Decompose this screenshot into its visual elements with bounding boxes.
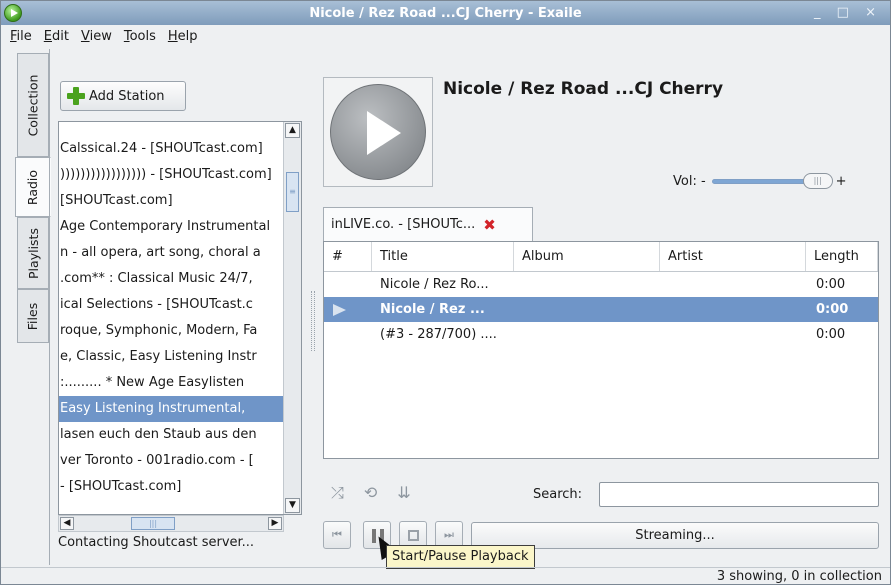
track-num <box>324 297 372 322</box>
menu-help[interactable]: Help <box>168 29 198 44</box>
play-disc-icon <box>330 84 426 180</box>
track-num <box>324 322 372 347</box>
scroll-left-icon[interactable]: ◀ <box>60 517 74 530</box>
track-artist <box>660 322 806 347</box>
add-station-button[interactable]: Add Station <box>60 81 186 111</box>
tab-playlists[interactable]: Playlists <box>17 217 49 289</box>
track-length: 0:00 <box>816 327 846 342</box>
track-artist <box>660 272 806 297</box>
stop-icon <box>408 530 419 541</box>
track-album <box>514 297 660 322</box>
column-length[interactable]: Length <box>806 242 878 271</box>
play-icon <box>333 304 346 316</box>
exaile-window: Nicole / Rez Road ...CJ Cherry - Exaile … <box>0 0 891 585</box>
hscroll-thumb[interactable]: ||| <box>131 517 175 530</box>
track-list[interactable]: # Title Album Artist Length Nicole / Rez… <box>323 241 879 459</box>
column-title[interactable]: Title <box>372 242 514 271</box>
track-title: Nicole / Rez Ro... <box>380 277 489 292</box>
track-title: Nicole / Rez ... <box>380 302 485 317</box>
track-row[interactable]: Nicole / Rez ... 0:00 <box>324 297 878 322</box>
track-length: 0:00 <box>816 302 849 317</box>
radio-panel: Add Station Calssical.24 - [SHOUTcast.co… <box>49 49 307 565</box>
station-item[interactable]: .com** : Classical Music 24/7, <box>59 266 283 292</box>
station-rows: Calssical.24 - [SHOUTcast.com]))))))))))… <box>59 136 283 500</box>
menu-file[interactable]: File <box>10 29 32 44</box>
station-list-vscroll[interactable]: ▲ ≡ ▼ <box>283 122 301 514</box>
window-title: Nicole / Rez Road ...CJ Cherry - Exaile <box>309 5 582 21</box>
volume-label: Vol: - <box>673 174 706 189</box>
tab-files[interactable]: Files <box>17 289 49 343</box>
station-item[interactable]: e, Classic, Easy Listening Instr <box>59 344 283 370</box>
radio-status: Contacting Shoutcast server... <box>58 535 255 550</box>
next-icon: ⏭ <box>444 528 454 541</box>
track-album <box>514 322 660 347</box>
menu-tools[interactable]: Tools <box>124 29 156 44</box>
track-num <box>324 272 372 297</box>
station-item[interactable]: ical Selections - [SHOUTcast.c <box>59 292 283 318</box>
volume-knob[interactable]: ||| <box>802 173 833 189</box>
station-list[interactable]: Calssical.24 - [SHOUTcast.com]))))))))))… <box>58 121 302 515</box>
album-art <box>323 77 433 187</box>
track-artist <box>660 297 806 322</box>
station-item[interactable]: - [SHOUTcast.com] <box>59 474 283 500</box>
menu-bar: File Edit View Tools Help <box>1 25 890 47</box>
pane-divider[interactable] <box>311 291 315 351</box>
scroll-down-icon[interactable]: ▼ <box>285 498 300 513</box>
volume-plus: + <box>835 174 847 189</box>
shuffle-icon[interactable]: ⤮ <box>331 483 344 503</box>
track-length: 0:00 <box>816 277 846 292</box>
prev-icon: ⏮ <box>332 528 342 541</box>
status-text: 3 showing, 0 in collection <box>716 569 882 584</box>
column-artist[interactable]: Artist <box>660 242 806 271</box>
volume-slider[interactable]: ||| <box>711 173 833 189</box>
menu-view[interactable]: View <box>81 29 112 44</box>
station-item[interactable]: :......... * New Age Easylisten <box>59 370 283 396</box>
scroll-up-icon[interactable]: ▲ <box>285 123 300 138</box>
vscroll-thumb[interactable]: ≡ <box>286 172 299 212</box>
station-item[interactable]: Age Contemporary Instrumental <box>59 214 283 240</box>
title-bar[interactable]: Nicole / Rez Road ...CJ Cherry - Exaile … <box>1 1 890 25</box>
station-list-hscroll[interactable]: ◀ ||| ▶ <box>58 515 284 532</box>
tab-collection[interactable]: Collection <box>17 53 49 157</box>
dynamic-icon[interactable]: ⇊ <box>397 483 410 503</box>
tooltip: Start/Pause Playback <box>386 545 535 569</box>
add-station-label: Add Station <box>89 88 165 104</box>
station-item[interactable]: n - all opera, art song, choral a <box>59 240 283 266</box>
previous-button[interactable]: ⏮ <box>323 521 351 549</box>
playlist-mode-icons: ⤮ ⟲ ⇊ <box>331 483 411 503</box>
track-title: (#3 - 287/700) .... <box>380 327 497 342</box>
plus-icon <box>67 87 85 105</box>
tab-radio[interactable]: Radio <box>15 157 51 217</box>
scroll-right-icon[interactable]: ▶ <box>268 517 282 530</box>
side-tabs: Collection Radio Playlists Files <box>15 53 51 343</box>
station-item[interactable]: Easy Listening Instrumental, <box>59 396 283 422</box>
track-album <box>514 272 660 297</box>
column-album[interactable]: Album <box>514 242 660 271</box>
station-item[interactable]: [SHOUTcast.com] <box>59 188 283 214</box>
repeat-icon[interactable]: ⟲ <box>364 483 377 503</box>
playlist-tab[interactable]: inLIVE.co. - [SHOUTc... ✖ <box>323 207 533 241</box>
search-label: Search: <box>533 487 583 502</box>
station-item[interactable]: roque, Symphonic, Modern, Fa <box>59 318 283 344</box>
station-item[interactable]: lasen euch den Staub aus den <box>59 422 283 448</box>
track-row[interactable]: Nicole / Rez Ro... 0:00 <box>324 272 878 297</box>
column-number[interactable]: # <box>324 242 372 271</box>
window-controls[interactable]: _ □ × <box>814 5 882 20</box>
track-rows: Nicole / Rez Ro... 0:00 Nicole / Rez ... 0:… <box>324 272 878 347</box>
exaile-app-icon[interactable] <box>4 4 22 22</box>
station-item[interactable]: ))))))))))))))))) - [SHOUTcast.com] <box>59 162 283 188</box>
now-playing-title: Nicole / Rez Road ...CJ Cherry <box>443 79 724 99</box>
volume-control: Vol: - ||| + <box>673 173 847 189</box>
menu-edit[interactable]: Edit <box>44 29 69 44</box>
close-icon[interactable]: ✖ <box>483 216 496 234</box>
search-input[interactable] <box>599 482 879 507</box>
station-item[interactable]: ver Toronto - 001radio.com - [ <box>59 448 283 474</box>
playlist-tab-label: inLIVE.co. - [SHOUTc... <box>331 217 476 232</box>
station-item[interactable]: Calssical.24 - [SHOUTcast.com] <box>59 136 283 162</box>
track-list-header: # Title Album Artist Length <box>324 242 878 272</box>
track-row[interactable]: (#3 - 287/700) .... 0:00 <box>324 322 878 347</box>
status-bar: 3 showing, 0 in collection <box>1 567 890 585</box>
